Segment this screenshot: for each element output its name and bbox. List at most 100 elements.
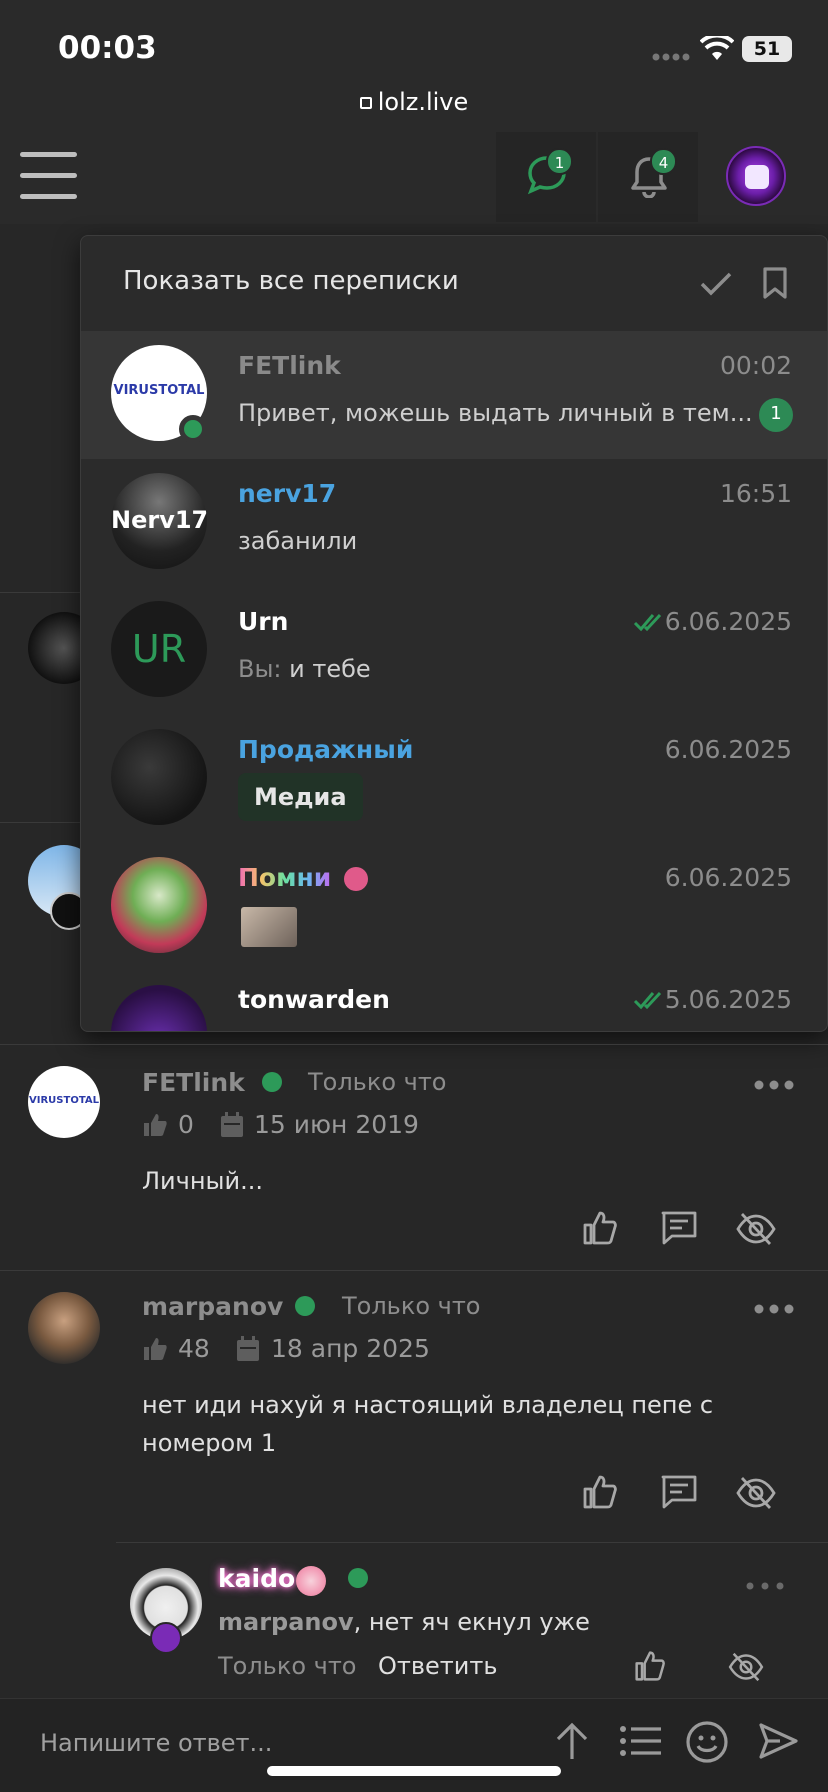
conversation-preview: Вы: и тебе xyxy=(238,655,371,683)
avatar-text: VIRUSTOTAL xyxy=(29,1095,99,1106)
comment-author[interactable]: kaido xyxy=(218,1564,295,1593)
reply-icon[interactable] xyxy=(660,1474,698,1510)
post-author[interactable]: marpanov xyxy=(142,1292,283,1321)
avatar xyxy=(111,729,207,825)
conversation-preview: забанили xyxy=(238,527,358,555)
mark-read-icon[interactable] xyxy=(699,270,733,298)
user-avatar[interactable] xyxy=(726,146,786,206)
comment-text: marpanov, нет яч екнул уже xyxy=(218,1608,590,1636)
comment-author-text: kaido xyxy=(218,1564,296,1593)
avatar xyxy=(111,985,207,1031)
more-icon[interactable] xyxy=(754,1080,794,1090)
conversation-name: tonwarden xyxy=(238,985,390,1014)
avatar-text: VIRUSTOTAL xyxy=(113,383,205,398)
list-icon[interactable] xyxy=(620,1725,662,1757)
clock: 00:03 xyxy=(58,30,157,66)
arrow-up-icon[interactable] xyxy=(554,1721,590,1761)
post-text: нет иди нахуй я настоящий владелец пепе … xyxy=(142,1391,714,1457)
lock-icon xyxy=(359,97,372,109)
conversation-item[interactable]: UR Urn 6.06.2025 Вы: и тебе xyxy=(81,587,827,715)
show-all-conversations-link[interactable]: Показать все переписки xyxy=(123,266,459,296)
join-date: 15 июн 2019 xyxy=(254,1110,419,1139)
avatar-text: Nerv17 xyxy=(111,506,207,534)
conversation-time: 6.06.2025 xyxy=(664,607,792,636)
menu-icon[interactable] xyxy=(20,152,77,200)
divider xyxy=(0,1044,828,1045)
site-header xyxy=(0,132,828,224)
bookmark-icon[interactable] xyxy=(761,266,789,300)
url-text: lolz.live xyxy=(377,88,469,116)
thumbs-up-icon xyxy=(142,1112,168,1138)
mention-link[interactable]: marpanov xyxy=(218,1608,354,1636)
reply-icon[interactable] xyxy=(660,1210,698,1246)
conversation-item[interactable]: tonwarden 5.06.2025 xyxy=(81,971,827,1031)
eye-icon xyxy=(150,1622,182,1654)
emoji-icon[interactable] xyxy=(686,1721,728,1763)
avatar xyxy=(28,1292,100,1364)
conversation-item[interactable]: VIRUSTOTAL FETlink 00:02 Привет, можешь … xyxy=(81,331,827,459)
likes-count: 0 xyxy=(178,1110,194,1139)
post-status: Только что xyxy=(308,1068,447,1096)
battery-level: 51 xyxy=(753,38,781,60)
calendar-icon xyxy=(220,1112,244,1138)
avatar: VIRUSTOTAL xyxy=(28,1066,100,1138)
more-icon[interactable] xyxy=(746,1582,784,1590)
unread-badge: 1 xyxy=(759,398,793,432)
messages-button[interactable]: 1 xyxy=(496,132,596,222)
like-icon[interactable] xyxy=(582,1474,618,1510)
conversation-item[interactable]: Продажный 6.06.2025 Медиа xyxy=(81,715,827,843)
like-icon[interactable] xyxy=(634,1650,666,1682)
alerts-badge: 4 xyxy=(650,148,677,175)
media-label: Медиа xyxy=(238,773,363,821)
conversation-time: 16:51 xyxy=(719,479,792,508)
post-text: Личный... xyxy=(142,1167,263,1195)
divider xyxy=(0,822,82,823)
like-icon[interactable] xyxy=(582,1210,618,1246)
divider xyxy=(0,592,82,593)
conversation-name: nerv17 xyxy=(238,479,337,508)
read-check-icon xyxy=(633,611,663,635)
url-bar[interactable]: lolz.live xyxy=(0,88,828,116)
conversation-item[interactable]: Помни 6.06.2025 xyxy=(81,843,827,971)
avatar xyxy=(111,857,207,953)
message-text: и тебе xyxy=(289,655,371,683)
post-author[interactable]: FETlink xyxy=(142,1068,245,1097)
reply-link[interactable]: Ответить xyxy=(378,1652,497,1680)
emoji-icon xyxy=(344,867,369,891)
send-icon[interactable] xyxy=(758,1721,798,1761)
alerts-button[interactable]: 4 xyxy=(598,132,698,222)
join-date: 18 апр 2025 xyxy=(271,1334,430,1363)
conversation-preview: Привет, можешь выдать личный в тем... xyxy=(238,399,753,427)
conversation-time: 6.06.2025 xyxy=(664,863,792,892)
hide-icon[interactable] xyxy=(736,1212,776,1246)
signal-icon xyxy=(652,52,692,62)
avatar: Nerv17 xyxy=(111,473,207,569)
home-indicator xyxy=(267,1766,561,1776)
online-indicator xyxy=(348,1568,368,1588)
post-status: Только что xyxy=(342,1292,481,1320)
divider xyxy=(0,1270,828,1271)
more-icon[interactable] xyxy=(754,1304,794,1314)
status-bar: 00:03 51 lolz.live xyxy=(0,0,828,132)
conversation-time: 6.06.2025 xyxy=(664,735,792,764)
online-indicator xyxy=(295,1296,315,1316)
conversation-time: 00:02 xyxy=(719,351,792,380)
divider xyxy=(116,1542,828,1543)
conversation-name: Продажный xyxy=(238,735,414,764)
image-thumbnail xyxy=(241,907,297,947)
comment-time: Только что xyxy=(218,1652,357,1680)
reply-input[interactable]: Напишите ответ... xyxy=(40,1729,272,1757)
calendar-icon xyxy=(236,1336,260,1362)
online-indicator xyxy=(262,1072,282,1092)
avatar-text: UR xyxy=(131,627,187,671)
conversation-item[interactable]: Nerv17 nerv17 16:51 забанили xyxy=(81,459,827,587)
hide-icon[interactable] xyxy=(728,1652,764,1682)
reply-composer[interactable]: Напишите ответ... xyxy=(0,1698,828,1792)
conversation-name: FETlink xyxy=(238,351,341,380)
online-indicator xyxy=(179,415,207,443)
sakura-icon xyxy=(296,1566,326,1596)
avatar: UR xyxy=(111,601,207,697)
message-prefix: Вы: xyxy=(238,655,282,683)
hide-icon[interactable] xyxy=(736,1476,776,1510)
comment-body: , нет яч екнул уже xyxy=(353,1608,590,1636)
